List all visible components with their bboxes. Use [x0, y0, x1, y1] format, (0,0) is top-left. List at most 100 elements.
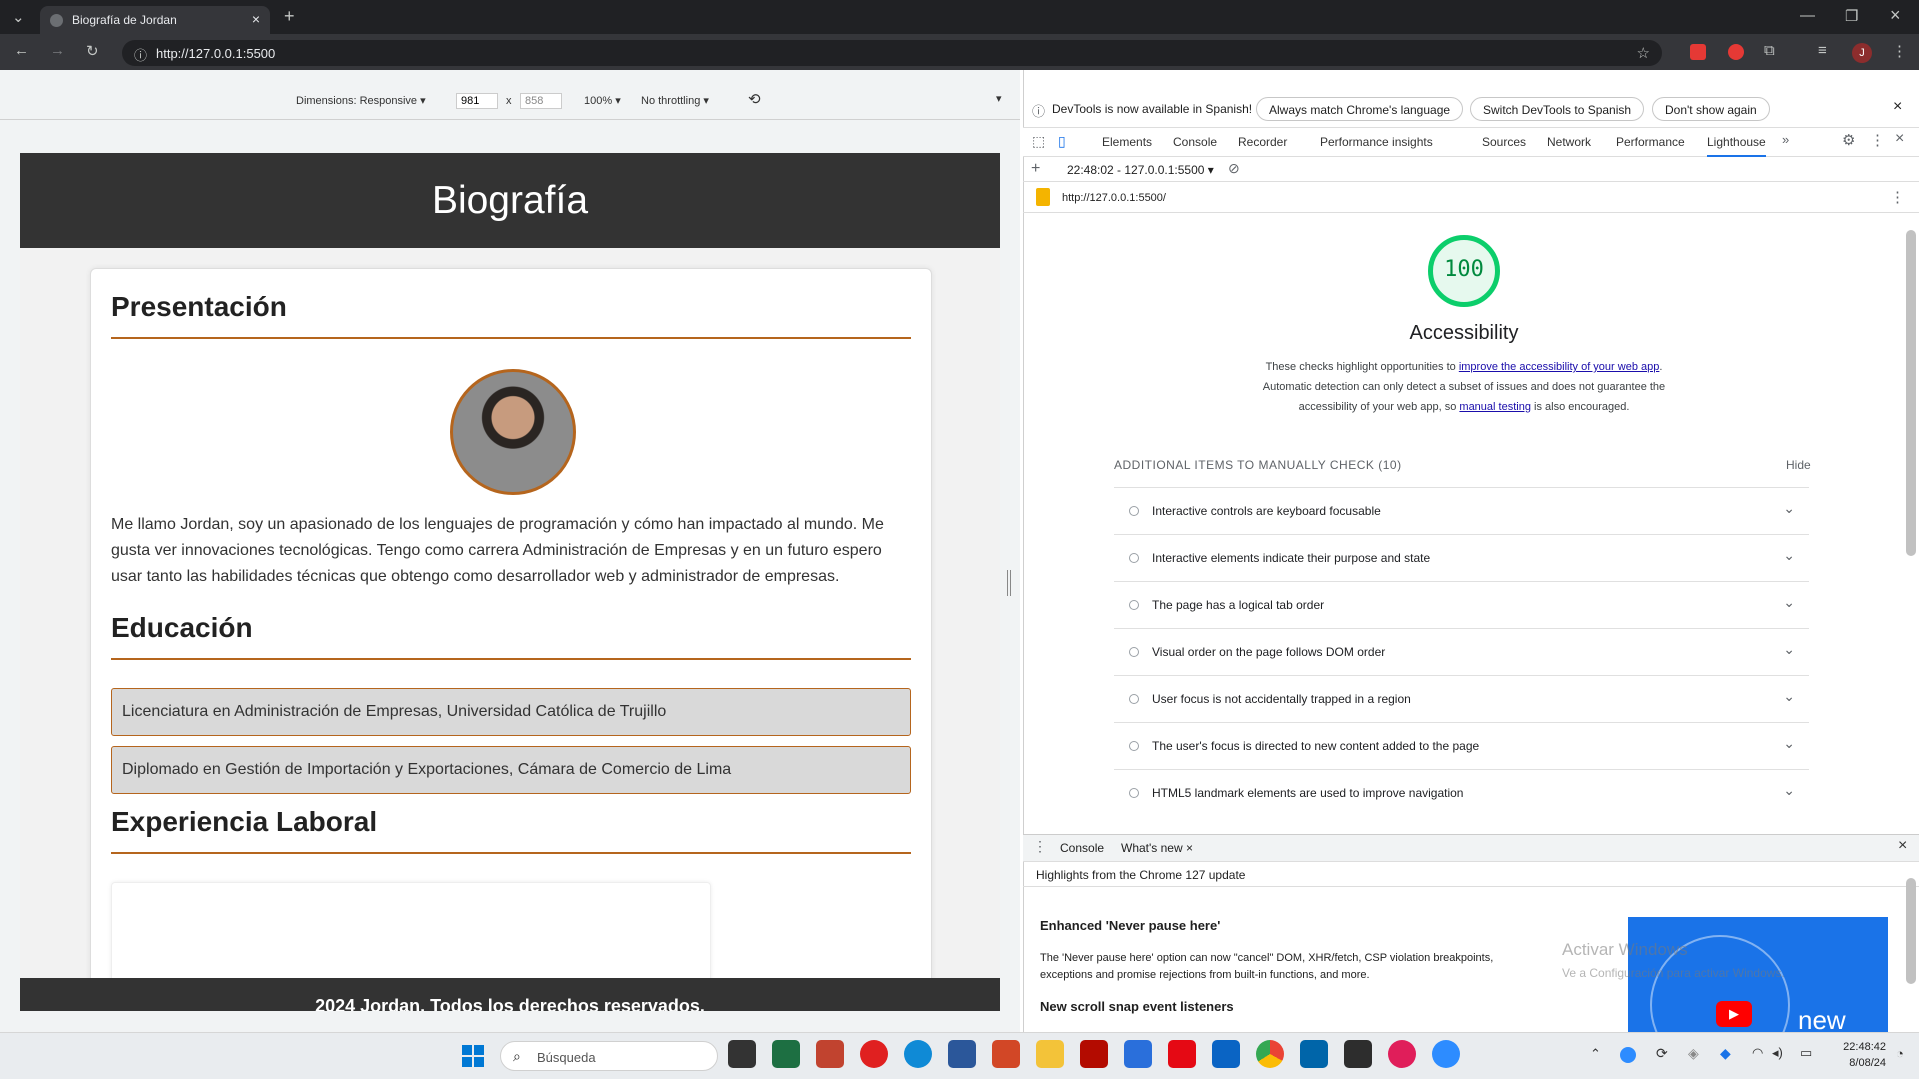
tab-performance-insights[interactable]: Performance insights	[1320, 135, 1433, 149]
device-options-icon[interactable]: ▾	[996, 92, 1002, 105]
switch-spanish-button[interactable]: Switch DevTools to Spanish	[1470, 97, 1645, 121]
extensions-puzzle-icon[interactable]: ⧉	[1764, 42, 1775, 59]
word-icon[interactable]	[948, 1040, 976, 1068]
close-window-icon[interactable]: ×	[1890, 5, 1901, 26]
menu-kebab-icon[interactable]: ⋮	[1892, 42, 1907, 60]
clear-icon[interactable]: ⊘	[1228, 160, 1240, 177]
file-explorer-icon[interactable]	[1036, 1040, 1064, 1068]
zoom-select[interactable]: 100% ▾	[584, 94, 621, 107]
tray-defender-icon[interactable]: ◆	[1720, 1045, 1731, 1062]
audit-item[interactable]: HTML5 landmark elements are used to impr…	[1114, 769, 1809, 816]
rotate-icon[interactable]: ⟲	[748, 90, 761, 108]
inspect-icon[interactable]: ⬚	[1032, 133, 1045, 150]
browser-tab[interactable]: Biografía de Jordan ×	[40, 6, 270, 34]
circle-icon	[1129, 600, 1139, 610]
tab-elements[interactable]: Elements	[1102, 135, 1152, 149]
tab-search-icon[interactable]: ⌄	[12, 8, 25, 26]
report-selector[interactable]: 22:48:02 - 127.0.0.1:5500 ▾	[1067, 163, 1214, 177]
clock-time[interactable]: 22:48:42	[1834, 1041, 1886, 1053]
tab-sources[interactable]: Sources	[1482, 135, 1526, 149]
tab-network[interactable]: Network	[1547, 135, 1591, 149]
wifi-icon[interactable]: ◠	[1752, 1045, 1763, 1061]
close-tab-icon[interactable]: ×	[252, 11, 260, 27]
devtools-menu-icon[interactable]: ⋮	[1870, 131, 1885, 149]
report-menu-icon[interactable]: ⋮	[1890, 188, 1905, 206]
chrome-icon[interactable]	[1256, 1040, 1284, 1068]
windows-start-icon[interactable]	[462, 1045, 484, 1067]
acrobat-icon[interactable]	[1080, 1040, 1108, 1068]
throttling-select[interactable]: No throttling ▾	[641, 94, 709, 107]
tab-console[interactable]: Console	[1173, 135, 1217, 149]
media-player-icon[interactable]	[860, 1040, 888, 1068]
audit-item[interactable]: Interactive elements indicate their purp…	[1114, 534, 1809, 581]
video-label: new	[1798, 1005, 1846, 1032]
match-language-button[interactable]: Always match Chrome's language	[1256, 97, 1464, 121]
task-view-icon[interactable]	[728, 1040, 756, 1068]
tab-recorder[interactable]: Recorder	[1238, 135, 1287, 149]
manual-testing-link[interactable]: manual testing	[1459, 401, 1531, 413]
audit-item-label: The user's focus is directed to new cont…	[1152, 739, 1480, 753]
outlook-icon[interactable]	[1212, 1040, 1240, 1068]
bookmark-star-icon[interactable]: ☆	[1637, 44, 1650, 62]
excel-icon[interactable]	[772, 1040, 800, 1068]
report-scrollbar[interactable]	[1906, 230, 1916, 556]
back-icon[interactable]: ←	[14, 42, 29, 59]
more-tabs-icon[interactable]: »	[1782, 132, 1789, 147]
tray-zoom-icon[interactable]	[1620, 1047, 1636, 1063]
close-drawer-icon[interactable]: ×	[1898, 837, 1907, 855]
notifications-icon[interactable]: ◔	[1896, 1046, 1904, 1061]
close-tab-icon[interactable]: ×	[1186, 841, 1193, 855]
tray-shield-icon[interactable]: ◈	[1688, 1045, 1699, 1062]
audit-item[interactable]: User focus is not accidentally trapped i…	[1114, 675, 1809, 722]
drawer-tab-console[interactable]: Console	[1060, 841, 1104, 855]
close-devtools-icon[interactable]: ×	[1895, 130, 1904, 148]
dimensions-select[interactable]: Dimensions: Responsive ▾	[296, 94, 426, 107]
new-report-icon[interactable]: +	[1031, 160, 1040, 178]
minimize-icon[interactable]: —	[1800, 7, 1815, 24]
width-input[interactable]	[456, 93, 498, 109]
dont-show-again-button[interactable]: Don't show again	[1652, 97, 1770, 121]
new-tab-icon[interactable]: +	[284, 6, 295, 27]
improve-accessibility-link[interactable]: improve the accessibility of your web ap…	[1459, 361, 1660, 373]
terminal-icon[interactable]	[1344, 1040, 1372, 1068]
hide-button[interactable]: Hide	[1786, 458, 1811, 472]
tab-performance[interactable]: Performance	[1616, 135, 1685, 149]
volume-icon[interactable]: ◂)	[1772, 1045, 1783, 1061]
notepad-icon[interactable]	[1124, 1040, 1152, 1068]
extension-icon[interactable]	[1690, 44, 1706, 60]
tray-expand-icon[interactable]: ⌃	[1590, 1046, 1601, 1062]
settings-gear-icon[interactable]: ⚙	[1842, 131, 1855, 149]
height-input[interactable]	[520, 93, 562, 109]
device-toggle-icon[interactable]: ▯	[1058, 133, 1066, 150]
app-icon[interactable]	[816, 1040, 844, 1068]
taskbar-search[interactable]: ⌕ Búsqueda	[500, 1041, 718, 1071]
restore-icon[interactable]: ❐	[1845, 7, 1858, 25]
powerpoint-icon[interactable]	[992, 1040, 1020, 1068]
forward-icon[interactable]: →	[50, 42, 65, 59]
audit-item[interactable]: The page has a logical tab order ⌄	[1114, 581, 1809, 628]
tab-lighthouse[interactable]: Lighthouse	[1707, 135, 1766, 157]
profile-avatar[interactable]: J	[1852, 43, 1872, 63]
extension-icon[interactable]	[1728, 44, 1744, 60]
site-info-icon[interactable]: ⓘ	[134, 45, 147, 64]
tray-sync-icon[interactable]: ⟳	[1656, 1045, 1668, 1062]
vscode-icon[interactable]	[1300, 1040, 1328, 1068]
zoom-icon[interactable]	[1432, 1040, 1460, 1068]
edge-icon[interactable]	[904, 1040, 932, 1068]
clock-date[interactable]: 8/08/24	[1834, 1057, 1886, 1069]
reload-icon[interactable]: ↻	[86, 42, 99, 60]
resize-handle[interactable]	[1007, 570, 1011, 596]
drawer-tab-whatsnew[interactable]: What's new ×	[1121, 841, 1193, 855]
audit-item[interactable]: Interactive controls are keyboard focusa…	[1114, 487, 1809, 534]
audit-item[interactable]: Visual order on the page follows DOM ord…	[1114, 628, 1809, 675]
reading-list-icon[interactable]: ≡	[1818, 42, 1827, 59]
play-icon[interactable]: ▶	[1716, 1001, 1752, 1027]
battery-icon[interactable]: ▭	[1800, 1045, 1812, 1061]
audit-item[interactable]: The user's focus is directed to new cont…	[1114, 722, 1809, 769]
drawer-menu-icon[interactable]: ⋮	[1033, 838, 1047, 855]
slack-icon[interactable]	[1388, 1040, 1416, 1068]
close-notice-icon[interactable]: ×	[1893, 98, 1902, 116]
drawer-scrollbar[interactable]	[1906, 878, 1916, 984]
netflix-icon[interactable]	[1168, 1040, 1196, 1068]
address-bar[interactable]: ⓘ http://127.0.0.1:5500 ☆	[122, 40, 1662, 66]
